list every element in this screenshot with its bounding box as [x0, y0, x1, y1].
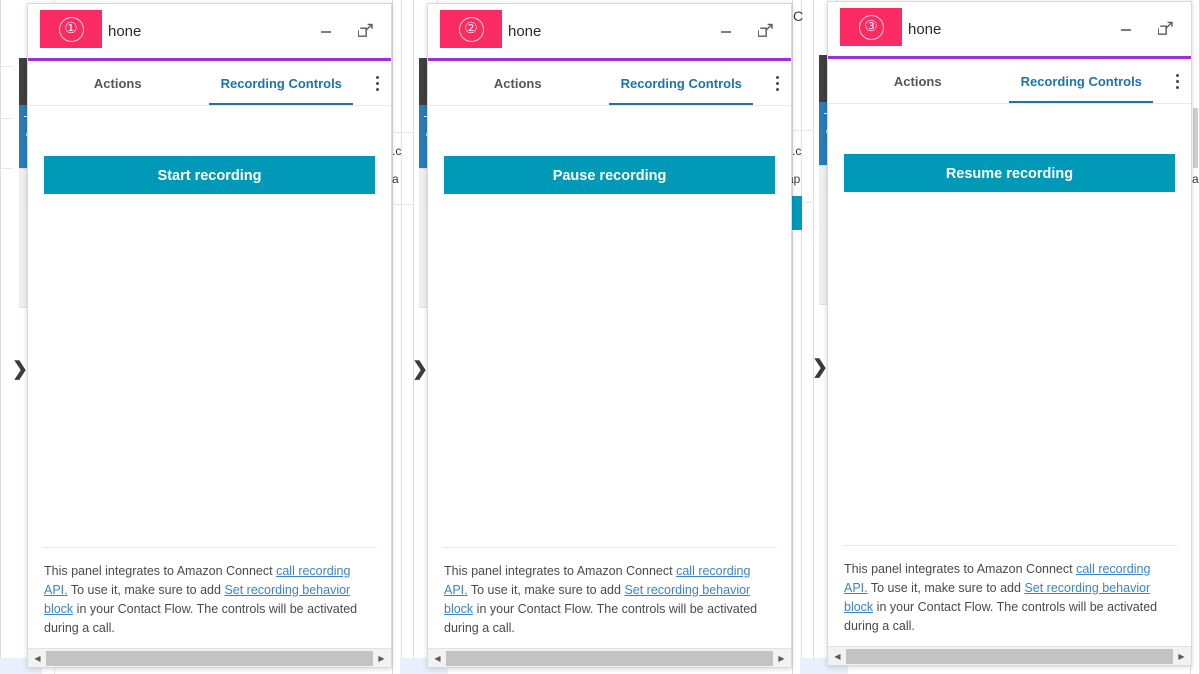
screen: ＋ ○ ❯ ＋ ○ ❯ ＋ ○ ❯ [0, 0, 1200, 674]
tab-recording-controls[interactable]: Recording Controls [200, 61, 364, 105]
scroll-left-arrow-icon[interactable]: ◀ [429, 650, 446, 667]
step-badge-2: ② [440, 10, 502, 48]
minimize-icon[interactable] [315, 20, 337, 42]
footnote-part-1: This panel integrates to Amazon Connect [44, 564, 277, 578]
bg-frame-divider-4 [801, 0, 802, 674]
open-in-new-window-icon[interactable] [1155, 18, 1177, 40]
footnote-part-1: This panel integrates to Amazon Connect [444, 564, 677, 578]
panel-body-2: Pause recording This panel integrates to… [428, 106, 791, 667]
step-badge-3: ③ [840, 8, 902, 46]
bg-frame-divider-3 [413, 0, 414, 674]
titlebar-actions-1 [315, 20, 377, 42]
footnote-part-3: in your Contact Flow. The controls will … [844, 600, 1158, 633]
panel-tabs-1: Actions Recording Controls [28, 61, 391, 106]
bg-hairline-5 [392, 132, 414, 133]
bg-hairline-2 [0, 118, 13, 119]
ccp-panel-3[interactable]: ③ hone Actions Recording Controls Resume… [827, 1, 1192, 666]
step-badge-number: ② [458, 16, 484, 42]
step-badge-1: ① [40, 10, 102, 48]
scroll-right-arrow-icon[interactable]: ▶ [1173, 648, 1190, 665]
panel-horizontal-scrollbar-1[interactable]: ◀ ▶ [28, 648, 391, 667]
scroll-right-arrow-icon[interactable]: ▶ [773, 650, 790, 667]
panel-footnote-1: This panel integrates to Amazon Connect … [42, 547, 377, 648]
ccp-panel-2[interactable]: ② hone Actions Recording Controls Pause … [427, 3, 792, 668]
tab-actions[interactable]: Actions [36, 61, 200, 105]
panel-tabs-2: Actions Recording Controls [428, 61, 791, 106]
bg-vertical-scrollbar[interactable] [1193, 108, 1198, 168]
bg-text-fragment: .c [392, 144, 402, 158]
footnote-part-2: To use it, make sure to add [867, 581, 1025, 595]
tab-actions[interactable]: Actions [836, 59, 1000, 103]
scroll-track[interactable] [46, 650, 373, 666]
step-badge-number: ① [58, 16, 84, 42]
panel-horizontal-scrollbar-3[interactable]: ◀ ▶ [828, 646, 1191, 665]
bg-frame-divider-2 [401, 0, 402, 674]
bg-teal-fragment [792, 196, 802, 230]
footnote-part-2: To use it, make sure to add [67, 583, 225, 597]
recording-button-area-1: Start recording [28, 106, 391, 194]
start-recording-button[interactable]: Start recording [44, 156, 375, 194]
panel-horizontal-scrollbar-2[interactable]: ◀ ▶ [428, 648, 791, 667]
expand-sidebar-chevron-icon-2[interactable]: ❯ [412, 360, 428, 379]
bg-text-fragment: .c [792, 144, 802, 158]
bg-text-fragment: C [793, 8, 804, 24]
tab-recording-controls[interactable]: Recording Controls [1000, 59, 1164, 103]
scroll-thumb[interactable] [846, 648, 1173, 664]
bg-text-fragment: a [392, 172, 399, 186]
panel-titlebar-3: ③ hone [828, 2, 1191, 56]
panel-titlebar-1: ① hone [28, 4, 391, 58]
kebab-icon [775, 74, 779, 92]
titlebar-actions-2 [715, 20, 777, 42]
footnote-part-3: in your Contact Flow. The controls will … [444, 602, 758, 635]
open-in-new-window-icon[interactable] [755, 20, 777, 42]
footnote-part-3: in your Contact Flow. The controls will … [44, 602, 358, 635]
titlebar-actions-3 [1115, 18, 1177, 40]
tab-actions[interactable]: Actions [436, 61, 600, 105]
overflow-menu-button[interactable] [363, 61, 391, 105]
footnote-part-1: This panel integrates to Amazon Connect [844, 562, 1077, 576]
panel-body-3: Resume recording This panel integrates t… [828, 104, 1191, 665]
bg-hairline-6 [392, 204, 414, 205]
kebab-icon [375, 74, 379, 92]
panel-body-1: Start recording This panel integrates to… [28, 106, 391, 667]
tab-recording-controls[interactable]: Recording Controls [600, 61, 764, 105]
panel-spacer-3 [828, 192, 1191, 545]
bg-hairline-1 [0, 66, 13, 67]
panel-footnote-2: This panel integrates to Amazon Connect … [442, 547, 777, 648]
recording-button-area-2: Pause recording [428, 106, 791, 194]
panel-titlebar-2: ② hone [428, 4, 791, 58]
overflow-menu-button[interactable] [763, 61, 791, 105]
scroll-left-arrow-icon[interactable]: ◀ [829, 648, 846, 665]
expand-sidebar-chevron-icon-1[interactable]: ❯ [12, 360, 28, 379]
ccp-panel-1[interactable]: ① hone Actions Recording Controls Start … [27, 3, 392, 668]
expand-sidebar-chevron-icon-3[interactable]: ❯ [812, 358, 828, 377]
scroll-track[interactable] [846, 648, 1173, 664]
footnote-part-2: To use it, make sure to add [467, 583, 625, 597]
open-in-new-window-icon[interactable] [355, 20, 377, 42]
scroll-right-arrow-icon[interactable]: ▶ [373, 650, 390, 667]
scroll-left-arrow-icon[interactable]: ◀ [29, 650, 46, 667]
panel-spacer-2 [428, 194, 791, 547]
minimize-icon[interactable] [715, 20, 737, 42]
scroll-track[interactable] [446, 650, 773, 666]
bg-hairline-7 [792, 130, 814, 131]
pause-recording-button[interactable]: Pause recording [444, 156, 775, 194]
minimize-icon[interactable] [1115, 18, 1137, 40]
bg-hairline-3 [0, 168, 13, 169]
resume-recording-button[interactable]: Resume recording [844, 154, 1175, 192]
scroll-thumb[interactable] [446, 650, 773, 666]
kebab-icon [1175, 72, 1179, 90]
bg-frame-divider-5 [813, 0, 814, 674]
scroll-thumb[interactable] [46, 650, 373, 666]
step-badge-number: ③ [858, 14, 884, 40]
overflow-menu-button[interactable] [1163, 59, 1191, 103]
panel-footnote-3: This panel integrates to Amazon Connect … [842, 545, 1177, 646]
recording-button-area-3: Resume recording [828, 104, 1191, 192]
bg-text-fragment: a [1192, 172, 1199, 186]
panel-spacer-1 [28, 194, 391, 547]
panel-tabs-3: Actions Recording Controls [828, 59, 1191, 104]
